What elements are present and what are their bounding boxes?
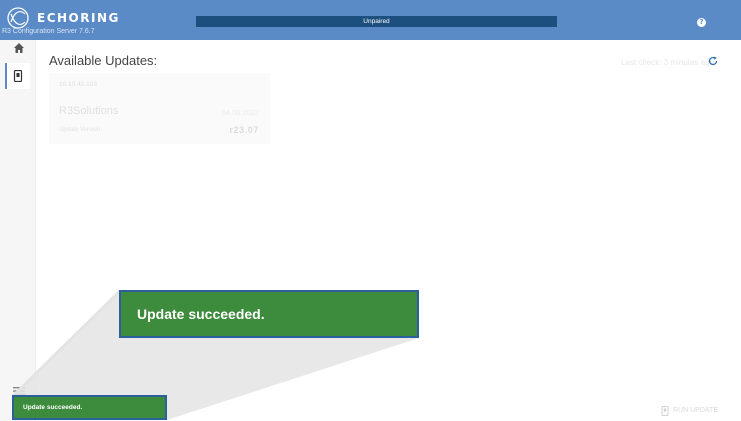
device-icon (661, 406, 669, 416)
zoom-callout-toast: Update succeeded. (119, 290, 419, 338)
zoom-callout-shade (12, 290, 419, 420)
success-toast: Update succeeded. (12, 395, 167, 420)
run-update-label: RUN UPDATE (673, 407, 718, 414)
